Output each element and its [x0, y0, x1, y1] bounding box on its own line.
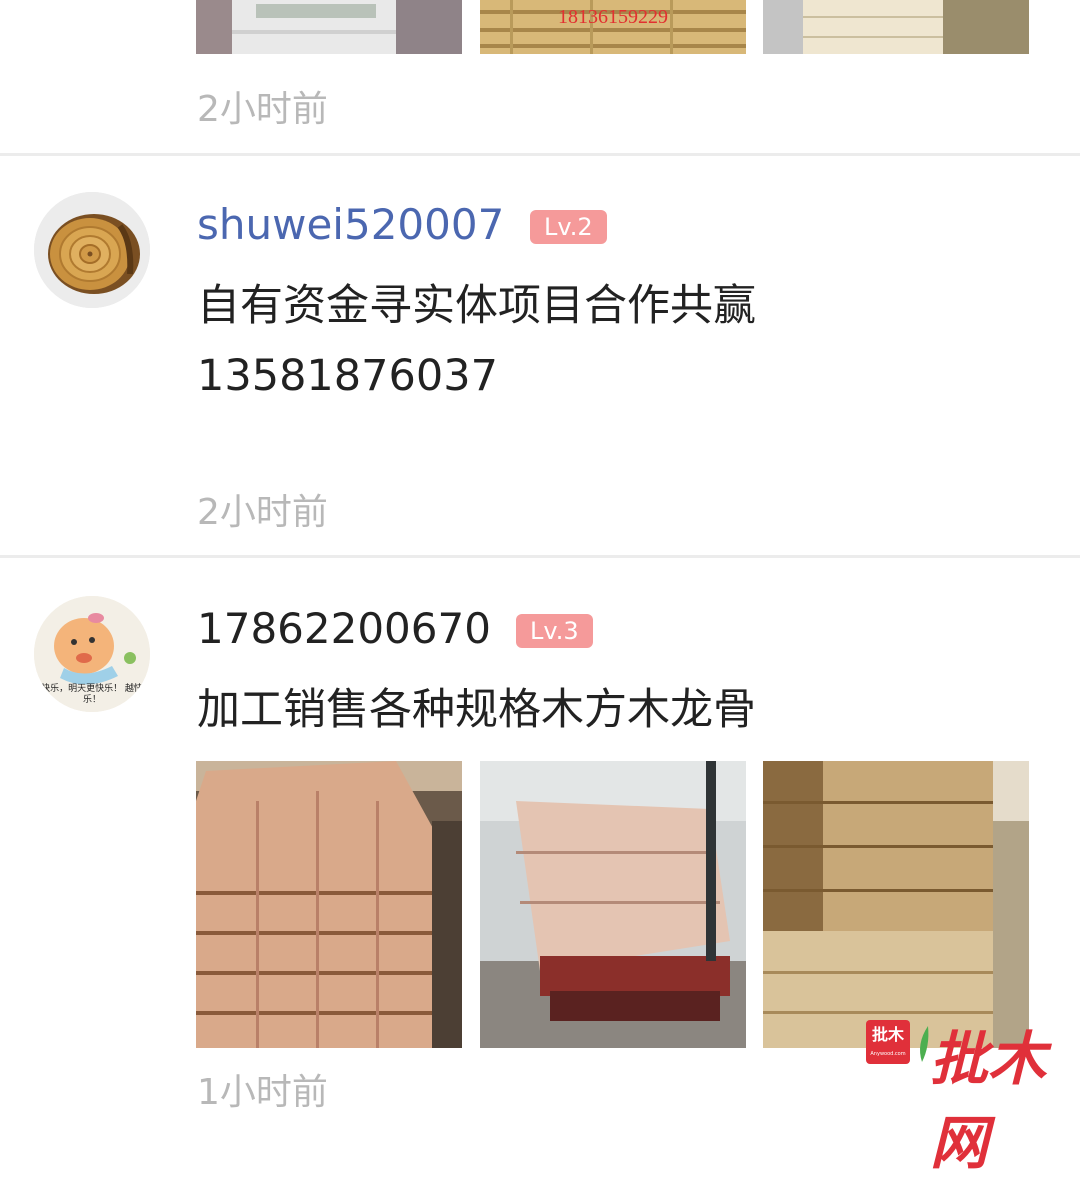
avatar-caption: 快乐，明天更快乐！ 越快乐！: [41, 684, 143, 705]
post-photo[interactable]: [763, 761, 1029, 1048]
post-content-line: 自有资金寻实体项目合作共赢: [197, 281, 756, 331]
post-photo[interactable]: [763, 0, 1029, 54]
post-photo[interactable]: [196, 761, 462, 1048]
avatar[interactable]: [34, 192, 150, 308]
watermark-badge-text: 批木: [871, 1025, 904, 1044]
post-time: 1小时前: [197, 1072, 328, 1113]
post-photo-graphic: [763, 0, 1029, 54]
lumber-truck-photo: [480, 761, 746, 1048]
watermark-badge-small: Anywood.com: [870, 1051, 906, 1057]
post-photo-graphic: [196, 0, 462, 54]
post-content: 自有资金寻实体项目合作共赢 13581876037: [197, 271, 1057, 411]
post-photo[interactable]: 18136159229: [480, 0, 746, 54]
post-content: 加工销售各种规格木方木龙骨: [197, 685, 756, 735]
username[interactable]: 17862200670: [197, 604, 491, 653]
level-badge: Lv.3: [516, 614, 593, 648]
watermark-logo-badge: 批木 Anywood.com: [866, 1020, 910, 1064]
post-photo[interactable]: [480, 761, 746, 1048]
leaf-icon: [920, 1026, 929, 1062]
watermark-site-text: 批木网: [930, 1025, 1047, 1177]
post-time: 2小时前: [197, 492, 328, 533]
post-top: 18136159229 2小时前: [0, 0, 1080, 155]
site-watermark: 批木 Anywood.com 批木网: [864, 1018, 1074, 1177]
post-content-line: 13581876037: [197, 351, 498, 401]
lumber-stack-photo: [196, 761, 462, 1048]
wood-log-avatar-image: [34, 192, 150, 308]
timber-beams-photo: [763, 761, 1029, 1048]
avatar[interactable]: 快乐，明天更快乐！ 越快乐！: [34, 596, 150, 712]
post-photo[interactable]: [196, 0, 462, 54]
post-item[interactable]: shuwei520007 Lv.2 自有资金寻实体项目合作共赢 13581876…: [0, 156, 1080, 556]
post-item[interactable]: 快乐，明天更快乐！ 越快乐！ 17862200670 Lv.3 加工销售各种规格…: [0, 558, 1080, 1113]
username[interactable]: shuwei520007: [197, 200, 504, 249]
level-badge: Lv.2: [530, 210, 607, 244]
photo-overlay-phone: 18136159229: [558, 6, 668, 28]
post-time: 2小时前: [197, 89, 328, 130]
